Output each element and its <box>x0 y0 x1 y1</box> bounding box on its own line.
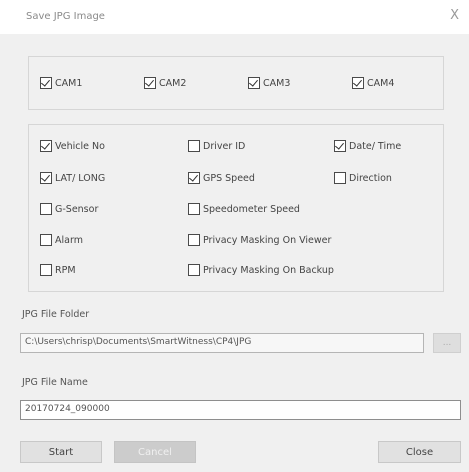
checkbox-box[interactable] <box>40 77 52 89</box>
checkbox-box[interactable] <box>188 172 200 184</box>
checkbox-cam1[interactable]: CAM1 <box>40 77 82 89</box>
checkbox-label: Vehicle No <box>55 140 105 152</box>
jpg-folder-label: JPG File Folder <box>22 309 90 320</box>
checkbox-box[interactable] <box>248 77 260 89</box>
start-button[interactable]: Start <box>20 441 102 463</box>
jpg-name-label: JPG File Name <box>22 377 88 388</box>
checkbox-label: GPS Speed <box>203 172 255 184</box>
checkbox-label: RPM <box>55 264 76 276</box>
checkbox-box[interactable] <box>40 264 52 276</box>
checkbox-label: LAT/ LONG <box>55 172 106 184</box>
browse-folder-button[interactable]: ... <box>433 333 461 353</box>
checkbox-label: Direction <box>349 172 392 184</box>
checkbox-label: Driver ID <box>203 140 246 152</box>
checkbox-label: CAM3 <box>263 77 291 89</box>
checkbox-box[interactable] <box>188 203 200 215</box>
title-bar: Save JPG Image X <box>0 0 469 34</box>
checkbox-label: Date/ Time <box>349 140 402 152</box>
checkbox-box[interactable] <box>40 172 52 184</box>
checkbox-vehicle-no[interactable]: Vehicle No <box>40 140 105 152</box>
checkbox-label: Privacy Masking On Viewer <box>203 234 332 246</box>
checkbox-privacy-masking-viewer[interactable]: Privacy Masking On Viewer <box>188 234 331 246</box>
checkbox-cam2[interactable]: CAM2 <box>144 77 186 89</box>
checkbox-gps-speed[interactable]: GPS Speed <box>188 172 255 184</box>
checkbox-box[interactable] <box>40 203 52 215</box>
checkbox-label: G-Sensor <box>55 203 99 215</box>
cancel-button[interactable]: Cancel <box>114 441 196 463</box>
checkbox-label: CAM4 <box>367 77 395 89</box>
checkbox-cam3[interactable]: CAM3 <box>248 77 290 89</box>
window-title: Save JPG Image <box>26 11 105 22</box>
checkbox-box[interactable] <box>144 77 156 89</box>
checkbox-g-sensor[interactable]: G-Sensor <box>40 203 98 215</box>
checkbox-cam4[interactable]: CAM4 <box>352 77 394 89</box>
close-icon[interactable]: X <box>450 8 459 23</box>
checkbox-box[interactable] <box>334 140 346 152</box>
checkbox-box[interactable] <box>188 140 200 152</box>
checkbox-box[interactable] <box>40 234 52 246</box>
checkbox-date-time[interactable]: Date/ Time <box>334 140 401 152</box>
checkbox-driver-id[interactable]: Driver ID <box>188 140 245 152</box>
checkbox-privacy-masking-backup[interactable]: Privacy Masking On Backup <box>188 264 334 276</box>
jpg-folder-field[interactable]: C:\Users\chrisp\Documents\SmartWitness\C… <box>20 333 424 353</box>
checkbox-box[interactable] <box>40 140 52 152</box>
close-button[interactable]: Close <box>378 441 461 463</box>
jpg-name-field[interactable]: 20170724_090000 <box>20 400 461 420</box>
checkbox-label: CAM2 <box>159 77 187 89</box>
checkbox-box[interactable] <box>334 172 346 184</box>
checkbox-box[interactable] <box>188 264 200 276</box>
checkbox-lat-long[interactable]: LAT/ LONG <box>40 172 105 184</box>
checkbox-label: Alarm <box>55 234 83 246</box>
checkbox-label: CAM1 <box>55 77 83 89</box>
checkbox-direction[interactable]: Direction <box>334 172 392 184</box>
checkbox-label: Privacy Masking On Backup <box>203 264 334 276</box>
checkbox-box[interactable] <box>352 77 364 89</box>
checkbox-label: Speedometer Speed <box>203 203 300 215</box>
checkbox-rpm[interactable]: RPM <box>40 264 76 276</box>
checkbox-speedometer-speed[interactable]: Speedometer Speed <box>188 203 300 215</box>
checkbox-box[interactable] <box>188 234 200 246</box>
checkbox-alarm[interactable]: Alarm <box>40 234 83 246</box>
